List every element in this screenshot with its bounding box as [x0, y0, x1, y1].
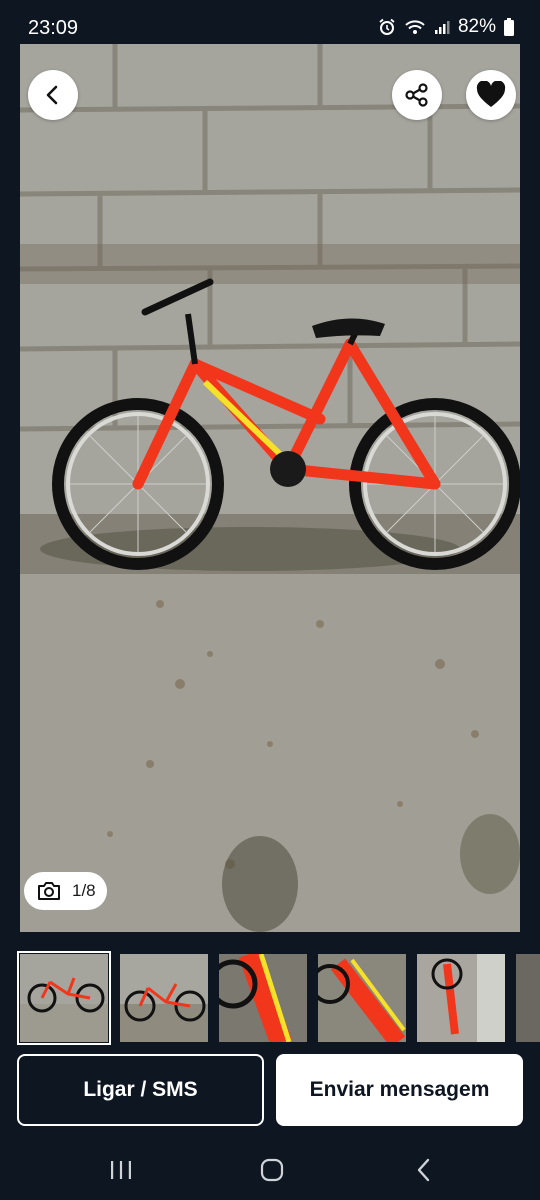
- thumbnail-5[interactable]: [417, 954, 505, 1042]
- send-message-button[interactable]: Enviar mensagem: [276, 1054, 523, 1126]
- recent-apps-icon: [111, 1161, 131, 1179]
- listing-photo[interactable]: 1/8: [20, 44, 520, 932]
- call-sms-button[interactable]: Ligar / SMS: [17, 1054, 264, 1126]
- battery-percent: 82%: [457, 16, 496, 37]
- system-back-button[interactable]: [404, 1152, 444, 1188]
- photo-counter-text: 1/8: [72, 881, 96, 900]
- thumbnail-strip[interactable]: [0, 950, 540, 1046]
- back-button[interactable]: [28, 70, 78, 120]
- favorite-button[interactable]: [466, 70, 516, 120]
- heart-icon: [476, 81, 506, 107]
- thumbnail-4[interactable]: [318, 954, 406, 1042]
- home-button[interactable]: [252, 1152, 292, 1188]
- back-icon: [46, 85, 58, 105]
- thumbnail-1[interactable]: [17, 951, 111, 1045]
- thumbnail-6[interactable]: [516, 954, 540, 1042]
- share-icon: [405, 83, 428, 107]
- system-nav-bar: [0, 1140, 540, 1200]
- bicycle-photo: [20, 44, 520, 932]
- alarm-icon: [378, 18, 396, 36]
- share-button[interactable]: [392, 70, 442, 120]
- back-icon: [417, 1158, 430, 1182]
- wifi-icon: [404, 18, 426, 36]
- home-icon: [260, 1158, 284, 1182]
- status-icons: 82%: [378, 16, 514, 38]
- signal-icon: [434, 19, 450, 35]
- thumbnail-2[interactable]: [120, 954, 208, 1042]
- camera-icon: [38, 882, 60, 900]
- thumbnail-3[interactable]: [219, 954, 307, 1042]
- photo-counter: 1/8: [24, 872, 107, 910]
- battery-icon: [504, 18, 514, 36]
- status-time: 23:09: [28, 17, 79, 39]
- recent-apps-button[interactable]: [101, 1152, 141, 1188]
- status-bar: 23:09 82%: [0, 0, 540, 44]
